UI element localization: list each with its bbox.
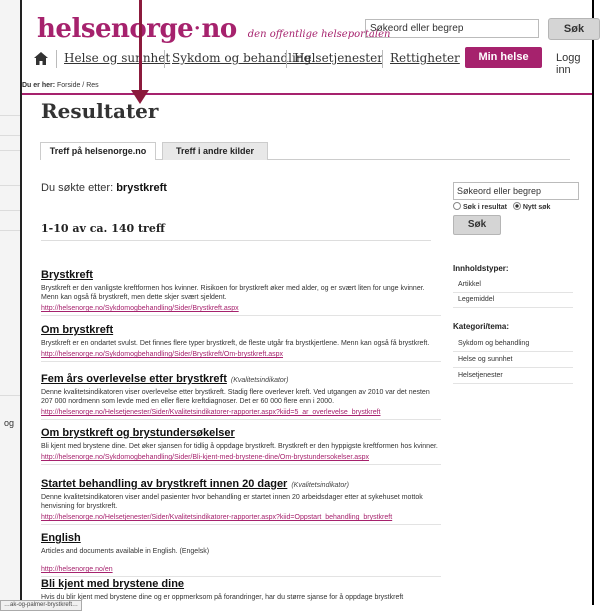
content-types-heading: Innholdstyper: [453,264,509,273]
divider [453,292,573,293]
search-result: Om brystkreft Brystkreft er en ondartet … [41,320,441,362]
result-divider [41,464,441,465]
radio-label: Nytt søk [522,204,551,211]
radio-search-in-results[interactable]: Søk i resultat [453,202,507,211]
search-scope-options: Søk i resultat Nytt søk [453,202,550,211]
result-description: Articles and documents available in Engl… [41,548,210,555]
categories-heading: Kategori/tema: [453,322,510,331]
result-url[interactable]: http://helsenorge.no/Sykdomogbehandling/… [41,350,441,359]
result-divider [41,524,441,525]
result-title[interactable]: Fem års overlevelse etter brystkreft [41,373,227,385]
result-description: Brystkreft er den vanligste kreftformen … [41,285,425,301]
header-search-input[interactable]: Søkeord eller begrep [365,19,539,38]
result-url[interactable]: http://helsenorge.no/en [41,565,441,574]
result-description: Denne kvalitetsindikatoren viser andel p… [41,494,423,510]
result-tag: (Kvalitetsindikator) [291,482,349,489]
radio-on-icon [512,202,521,210]
filter-sykdom-og-behandling[interactable]: Sykdom og behandling [458,340,529,347]
result-title[interactable]: Brystkreft [41,269,93,281]
annotation-arrow-shaft [139,0,142,95]
result-url[interactable]: http://helsenorge.no/Helsetjenester/Side… [41,513,441,522]
background-window: og [0,0,21,605]
result-title[interactable]: Bli kjent med brystene dine [41,578,184,590]
result-divider [41,361,441,362]
result-title[interactable]: Om brystkreft og brystundersøkelser [41,427,235,439]
nav-divider [286,50,287,68]
result-tabs: Treff på helsenorge.no Treff i andre kil… [40,142,570,160]
breadcrumb: Du er her: Forside / Res [22,82,99,89]
result-title[interactable]: Om brystkreft [41,324,113,336]
divider [453,307,573,308]
background-text: og [4,418,15,428]
divider [41,240,431,241]
site-logo[interactable]: helsenorge·no den offentlige helseportal… [37,14,390,44]
result-count: 1-10 av ca. 140 treff [41,222,165,235]
min-helse-button[interactable]: Min helse [465,47,542,68]
tab-helsenorge[interactable]: Treff på helsenorge.no [40,142,156,160]
filter-legemiddel[interactable]: Legemiddel [458,296,494,303]
home-icon[interactable] [34,52,48,65]
result-title[interactable]: Startet behandling av brystkreft innen 2… [41,478,287,490]
nav-divider [382,50,383,68]
search-result: Brystkreft Brystkreft er den vanligste k… [41,265,441,316]
result-divider [41,419,441,420]
logo-name: helsenorge [37,14,194,44]
divider [453,367,573,368]
tab-andre-kilder[interactable]: Treff i andre kilder [162,142,268,160]
status-bar: …ak-og-palmer-brystkreft… [0,600,83,611]
result-url[interactable]: http://helsenorge.no/Sykdomogbehandling/… [41,453,441,462]
sidebar-search-input[interactable]: Søkeord eller begrep [453,182,579,200]
logg-inn-link[interactable]: Logg inn [556,52,592,76]
breadcrumb-path[interactable]: Forside / Res [57,82,99,89]
logo-suffix: no [201,14,237,44]
sidebar-search-button[interactable]: Søk [453,215,501,235]
nav-item-sykdom-og-behandling[interactable]: Sykdom og behandling [172,51,311,65]
result-url[interactable]: http://helsenorge.no/Sykdomogbehandling/… [41,304,441,313]
nav-divider [56,50,57,68]
nav-item-rettigheter[interactable]: Rettigheter [390,51,460,65]
search-result: Startet behandling av brystkreft innen 2… [41,474,441,525]
divider [453,383,573,384]
result-description: Brystkreft er en ondartet svulst. Det fi… [41,340,430,347]
filter-helse-og-sunnhet[interactable]: Helse og sunnhet [458,356,512,363]
result-url[interactable]: http://helsenorge.no/Helsetjenester/Side… [41,408,441,417]
nav-divider [164,50,165,68]
search-result: English Articles and documents available… [41,528,441,577]
result-description: Hvis du blir kjent med brystene dine og … [41,594,404,601]
page: helsenorge·no den offentlige helseportal… [20,0,600,605]
filter-helsetjenester[interactable]: Helsetjenester [458,372,503,379]
result-description: Bli kjent med brystene dine. Det øker sj… [41,443,438,450]
result-title[interactable]: English [41,532,81,544]
radio-label: Søk i resultat [463,204,507,211]
search-result: Bli kjent med brystene dine Hvis du blir… [41,574,441,602]
search-result: Om brystkreft og brystundersøkelser Bli … [41,423,441,465]
search-summary: Du søkte etter: brystkreft [41,182,167,194]
annotation-arrow-head-icon [131,90,149,104]
divider [453,351,573,352]
nav-item-helse-og-sunnhet[interactable]: Helse og sunnhet [64,51,170,65]
search-result: Fem års overlevelse etter brystkreft (Kva… [41,369,441,420]
search-summary-prefix: Du søkte etter: [41,182,114,194]
result-divider [41,315,441,316]
radio-off-icon [453,202,461,210]
filter-artikkel[interactable]: Artikkel [458,281,481,288]
header-divider [22,93,592,95]
nav-item-helsetjenester[interactable]: Helsetjenester [294,51,383,65]
breadcrumb-prefix: Du er her: [22,82,56,89]
search-term: brystkreft [116,182,167,194]
header-search-button[interactable]: Søk [548,18,600,40]
result-tag: (Kvalitetsindikator) [230,377,289,384]
result-description: Denne kvalitetsindikatoren viser overlev… [41,389,430,405]
radio-new-search[interactable]: Nytt søk [512,202,551,211]
